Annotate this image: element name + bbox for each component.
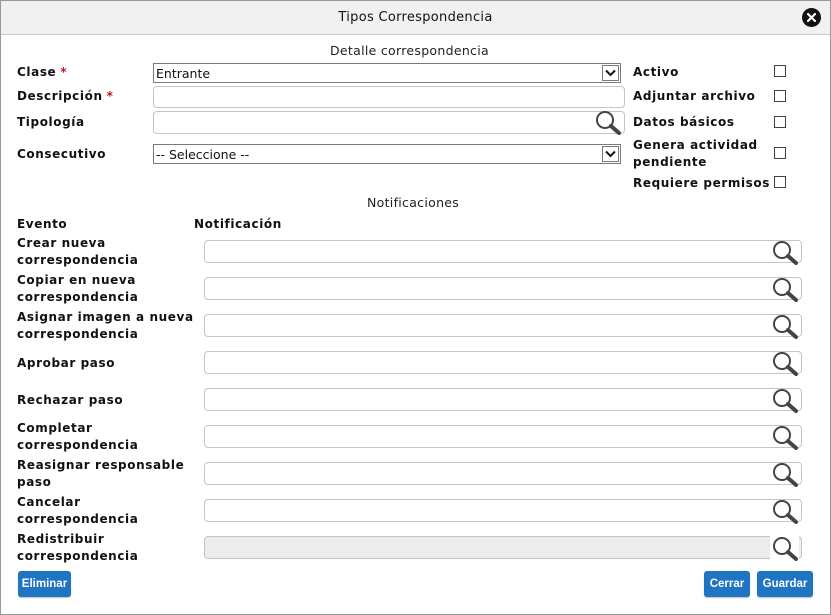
notificacion-field-asignar-imagen[interactable] <box>204 314 802 337</box>
descripcion-label-text: Descripción <box>17 89 103 103</box>
tipologia-search-icon[interactable] <box>593 109 622 135</box>
notificacion-input-copiar[interactable] <box>205 278 801 299</box>
column-header-evento: Evento <box>17 217 68 231</box>
required-mark: * <box>106 89 114 103</box>
search-icon[interactable] <box>770 276 799 302</box>
tipologia-field[interactable] <box>153 111 625 134</box>
evento-label-rechazar-paso: Rechazar paso <box>17 393 124 407</box>
notificacion-input-crear[interactable] <box>205 241 801 262</box>
notificacion-field-reasignar[interactable] <box>204 462 802 485</box>
notificacion-input-aprobar-paso[interactable] <box>205 352 801 373</box>
eliminar-button[interactable]: Eliminar <box>18 571 71 597</box>
option-activo-checkbox[interactable] <box>774 65 786 77</box>
search-icon[interactable] <box>770 535 799 561</box>
notificacion-input-reasignar[interactable] <box>205 463 801 484</box>
notificacion-field-copiar[interactable] <box>204 277 802 300</box>
search-icon[interactable] <box>770 461 799 487</box>
descripcion-input[interactable] <box>154 87 624 107</box>
notificacion-field-redistribuir <box>204 536 802 559</box>
evento-label-reasignar: Reasignar responsable paso <box>17 458 185 489</box>
notificacion-field-completar[interactable] <box>204 425 802 448</box>
clase-label-text: Clase <box>17 65 57 79</box>
option-requiere-permisos-label: Requiere permisos <box>633 176 770 190</box>
close-icon[interactable] <box>802 8 821 27</box>
evento-label-cancelar: Cancelar correspondencia <box>17 495 139 526</box>
tipologia-label: Tipología <box>17 115 85 129</box>
option-genera-actividad-label: Genera actividad pendiente <box>633 138 758 169</box>
search-icon[interactable] <box>770 313 799 339</box>
notificacion-field-cancelar[interactable] <box>204 499 802 522</box>
clase-select[interactable]: Entrante <box>153 63 621 83</box>
notificacion-field-aprobar-paso[interactable] <box>204 351 802 374</box>
chevron-down-icon[interactable] <box>602 65 619 81</box>
option-datos-basicos-checkbox[interactable] <box>774 116 786 128</box>
notificacion-field-crear[interactable] <box>204 240 802 263</box>
tipos-correspondencia-dialog: Tipos Correspondencia Detalle correspond… <box>0 0 831 615</box>
consecutivo-select[interactable]: -- Seleccione -- <box>153 144 621 164</box>
evento-label-crear: Crear nueva correspondencia <box>17 236 139 267</box>
guardar-button[interactable]: Guardar <box>757 571 813 597</box>
notificacion-input-cancelar[interactable] <box>205 500 801 521</box>
required-mark: * <box>60 65 68 79</box>
evento-label-asignar-imagen: Asignar imagen a nueva correspondencia <box>17 310 194 341</box>
option-datos-basicos-label: Datos básicos <box>633 115 735 129</box>
evento-label-completar: Completar correspondencia <box>17 421 139 452</box>
search-icon[interactable] <box>770 387 799 413</box>
notificacion-input-redistribuir <box>205 537 801 558</box>
evento-label-redistribuir: Redistribuir correspondencia <box>17 532 139 563</box>
option-requiere-permisos-checkbox[interactable] <box>774 176 786 188</box>
section-title-detalle: Detalle correspondencia <box>330 43 489 58</box>
dialog-titlebar: Tipos Correspondencia <box>1 1 830 35</box>
search-icon[interactable] <box>770 424 799 450</box>
section-title-notificaciones: Notificaciones <box>367 195 460 210</box>
evento-label-copiar: Copiar en nueva correspondencia <box>17 273 139 304</box>
consecutivo-select-value: -- Seleccione -- <box>156 147 250 162</box>
notificacion-input-asignar-imagen[interactable] <box>205 315 801 336</box>
search-icon[interactable] <box>770 498 799 524</box>
notificacion-input-completar[interactable] <box>205 426 801 447</box>
search-icon[interactable] <box>770 239 799 265</box>
notificacion-field-rechazar-paso[interactable] <box>204 388 802 411</box>
clase-label: Clase * <box>17 64 67 81</box>
notificacion-input-rechazar-paso[interactable] <box>205 389 801 410</box>
option-adjuntar-label: Adjuntar archivo <box>633 89 756 103</box>
cerrar-button[interactable]: Cerrar <box>704 571 750 597</box>
chevron-down-icon[interactable] <box>602 146 619 162</box>
option-adjuntar-checkbox[interactable] <box>774 90 786 102</box>
descripcion-field[interactable] <box>153 86 625 108</box>
option-genera-actividad-checkbox[interactable] <box>774 147 786 159</box>
descripcion-label: Descripción * <box>17 88 113 105</box>
column-header-notificacion: Notificación <box>194 217 282 231</box>
search-icon[interactable] <box>770 350 799 376</box>
tipologia-input[interactable] <box>154 112 624 133</box>
evento-label-aprobar-paso: Aprobar paso <box>17 356 116 370</box>
consecutivo-label: Consecutivo <box>17 147 107 161</box>
clase-select-value: Entrante <box>156 66 211 81</box>
dialog-title: Tipos Correspondencia <box>338 10 493 25</box>
option-activo-label: Activo <box>633 65 679 79</box>
